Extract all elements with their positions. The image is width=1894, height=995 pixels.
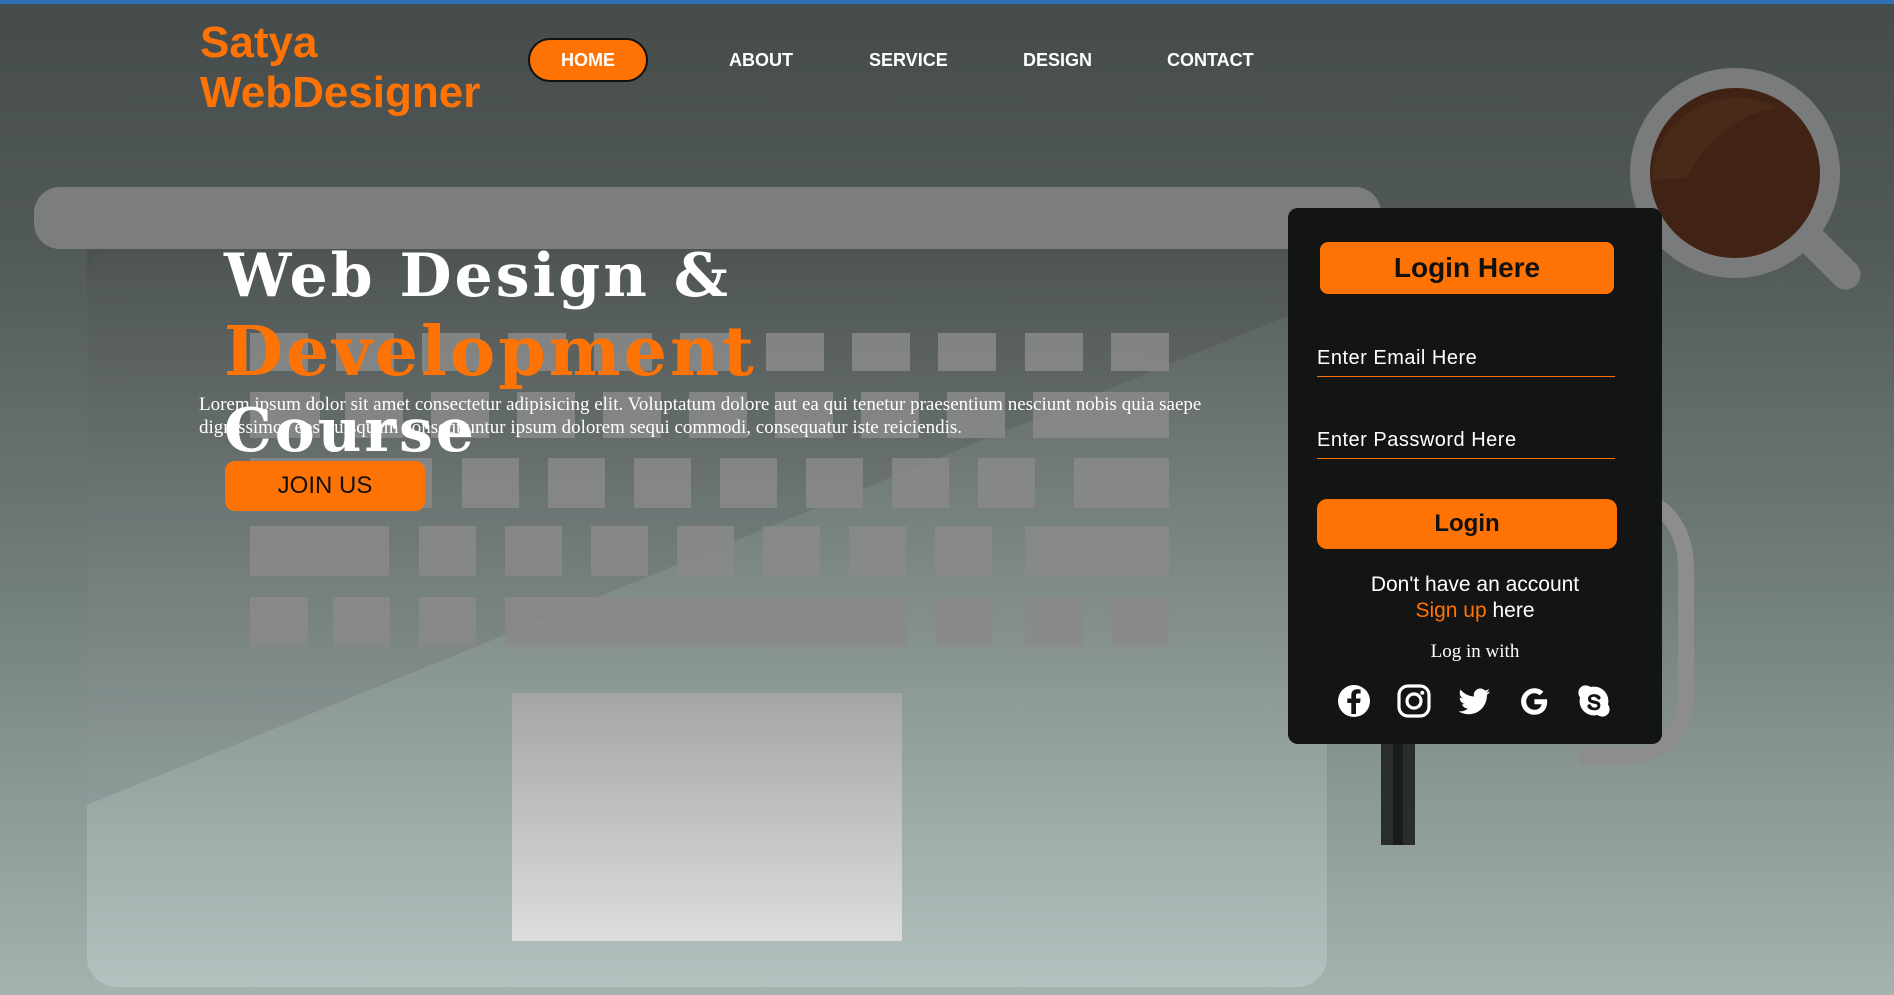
facebook-icon[interactable] — [1335, 682, 1373, 720]
hero-title-part1: Web Design & — [224, 241, 731, 311]
nav-about[interactable]: ABOUT — [729, 38, 793, 82]
email-field[interactable] — [1317, 340, 1615, 377]
hero-title-accent: Development — [224, 312, 757, 392]
nav-home[interactable]: HOME — [528, 38, 648, 82]
social-login-icons — [1335, 682, 1625, 722]
nav-design[interactable]: DESIGN — [1023, 38, 1092, 82]
hero-description: Lorem ipsum dolor sit amet consectetur a… — [199, 394, 1202, 438]
login-button[interactable]: Login — [1317, 499, 1617, 549]
signup-line: Sign up here — [1288, 598, 1662, 624]
nav-service[interactable]: SERVICE — [869, 38, 948, 82]
join-us-button[interactable]: JOIN US — [225, 461, 425, 511]
signup-suffix: here — [1486, 599, 1535, 622]
signup-link[interactable]: Sign up — [1415, 599, 1486, 622]
login-with-label: Log in with — [1430, 641, 1520, 662]
twitter-icon[interactable] — [1455, 682, 1493, 720]
google-icon[interactable] — [1515, 682, 1553, 720]
logo-line-1: Satya — [200, 18, 318, 67]
login-heading: Login Here — [1320, 242, 1614, 294]
signup-prompt: Don't have an account Sign up here — [1288, 572, 1662, 624]
nav-contact[interactable]: CONTACT — [1167, 38, 1254, 82]
password-field[interactable] — [1317, 422, 1615, 459]
logo-line-2: WebDesigner — [200, 68, 481, 117]
login-card: Login Here Login Don't have an account S… — [1288, 208, 1662, 744]
no-account-text: Don't have an account — [1370, 573, 1580, 596]
site-logo[interactable]: Satya WebDesigner — [200, 18, 480, 118]
skype-icon[interactable] — [1575, 682, 1613, 720]
instagram-icon[interactable] — [1395, 682, 1433, 720]
